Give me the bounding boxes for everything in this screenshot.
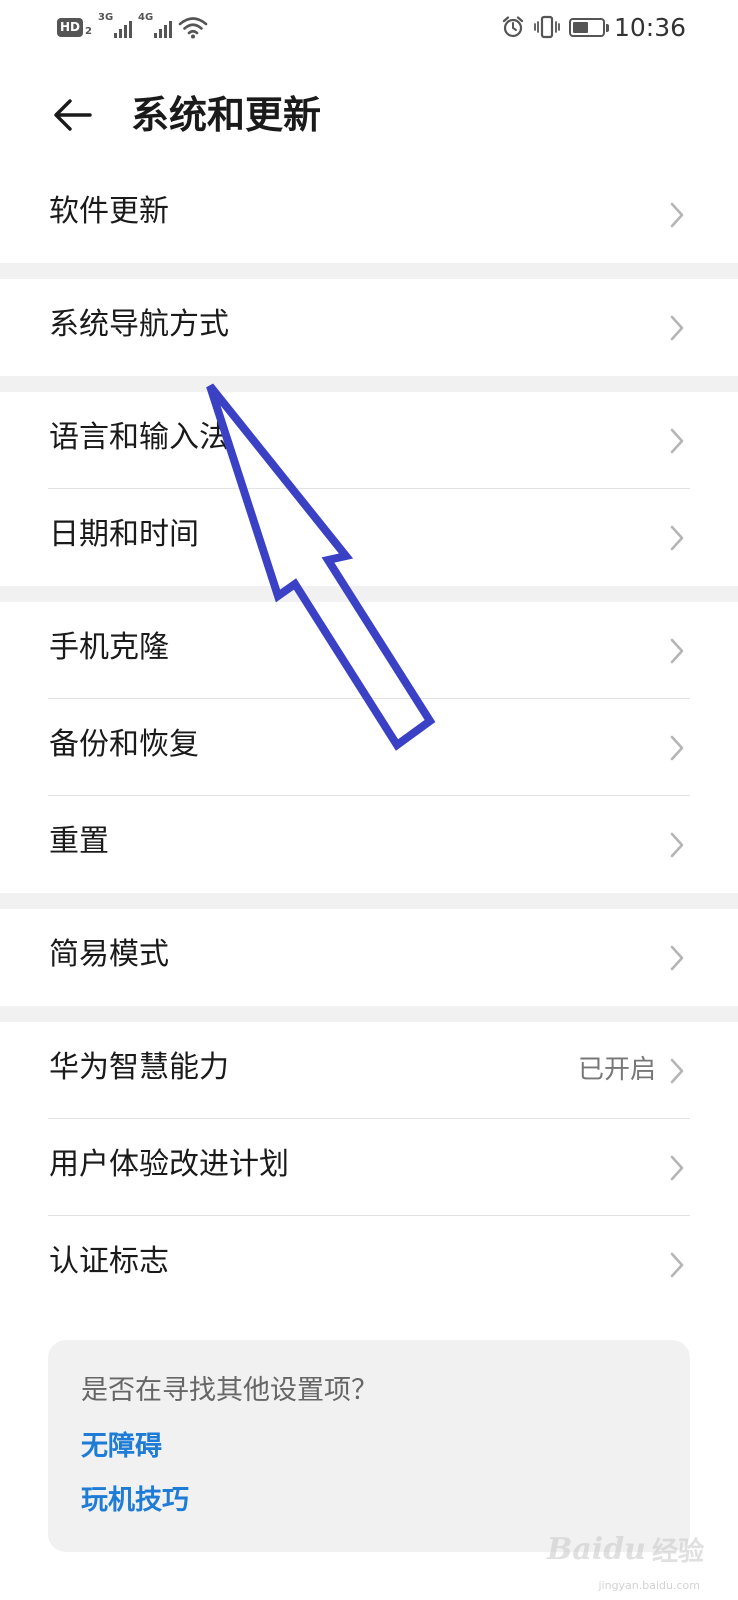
- link-tips[interactable]: 玩机技巧: [81, 1483, 189, 1519]
- chevron-right-icon: [670, 202, 684, 228]
- clock-time: 10:36: [613, 12, 686, 42]
- status-bar: HD 2 3G 4G 10:36: [0, 0, 738, 56]
- settings-item-system-navigation[interactable]: 系统导航方式: [0, 279, 738, 376]
- watermark: Baidu 经验: [547, 1531, 704, 1568]
- vibrate-icon: [534, 15, 560, 39]
- settings-item-huawei-smart[interactable]: 华为智慧能力 已开启: [0, 1022, 738, 1119]
- settings-item-reset[interactable]: 重置: [0, 796, 738, 893]
- alarm-icon: [502, 16, 524, 38]
- battery-icon: [568, 17, 609, 37]
- back-arrow-icon[interactable]: [48, 90, 98, 140]
- settings-item-label: 备份和恢复: [49, 727, 199, 762]
- chevron-right-icon: [670, 428, 684, 454]
- settings-item-status: 已开启: [577, 1055, 656, 1085]
- watermark-text: 经验: [651, 1537, 704, 1567]
- page-title: 系统和更新: [131, 93, 322, 137]
- section-gap: [0, 586, 738, 602]
- settings-item-label: 简易模式: [49, 937, 169, 972]
- settings-item-label: 日期和时间: [49, 517, 199, 552]
- wifi-icon: [178, 17, 208, 39]
- settings-item-certification[interactable]: 认证标志: [0, 1216, 738, 1313]
- suggestions-question: 是否在寻找其他设置项？: [81, 1375, 378, 1406]
- watermark-logo: Baidu: [547, 1532, 646, 1567]
- settings-item-software-update[interactable]: 软件更新: [0, 166, 738, 263]
- section-gap: [0, 263, 738, 279]
- hd-sim-index: 2: [85, 25, 92, 37]
- settings-item-label: 手机克隆: [49, 630, 169, 665]
- status-right: 10:36: [501, 12, 686, 42]
- signal-icon: 3G: [97, 12, 132, 40]
- settings-item-user-experience[interactable]: 用户体验改进计划: [0, 1119, 738, 1216]
- link-accessibility[interactable]: 无障碍: [81, 1429, 162, 1465]
- settings-item-simple-mode[interactable]: 简易模式: [0, 909, 738, 1006]
- settings-item-label: 华为智慧能力: [49, 1050, 229, 1085]
- settings-item-backup-restore[interactable]: 备份和恢复: [0, 699, 738, 796]
- settings-item-label: 语言和输入法: [49, 420, 229, 455]
- settings-group: 软件更新: [0, 166, 738, 263]
- settings-group: 华为智慧能力 已开启 用户体验改进计划 认证标志: [0, 1022, 738, 1313]
- title-bar: 系统和更新: [0, 70, 738, 160]
- suggestions-card: 是否在寻找其他设置项？ 无障碍 玩机技巧: [48, 1340, 690, 1552]
- chevron-right-icon: [670, 315, 684, 341]
- chevron-right-icon: [670, 945, 684, 971]
- chevron-right-icon: [670, 1058, 684, 1084]
- settings-item-label: 重置: [49, 824, 109, 859]
- chevron-right-icon: [670, 735, 684, 761]
- settings-item-label: 用户体验改进计划: [49, 1147, 289, 1182]
- chevron-right-icon: [670, 832, 684, 858]
- chevron-right-icon: [670, 638, 684, 664]
- settings-group: 系统导航方式: [0, 279, 738, 376]
- chevron-right-icon: [670, 1252, 684, 1278]
- section-gap: [0, 1006, 738, 1022]
- settings-item-date-time[interactable]: 日期和时间: [0, 489, 738, 586]
- network-type-label: 3G: [97, 12, 114, 23]
- chevron-right-icon: [670, 1155, 684, 1181]
- network-type-label: 4G: [137, 12, 154, 23]
- settings-item-label: 系统导航方式: [49, 307, 229, 342]
- signal-icon: 4G: [137, 12, 172, 40]
- settings-group: 手机克隆 备份和恢复 重置: [0, 602, 738, 893]
- settings-item-language-input[interactable]: 语言和输入法: [0, 392, 738, 489]
- watermark-url: jingyan.baidu.com: [598, 1579, 700, 1592]
- chevron-right-icon: [670, 525, 684, 551]
- hd-voice-icon: HD: [57, 17, 84, 37]
- section-gap: [0, 893, 738, 909]
- settings-group: 简易模式: [0, 909, 738, 1006]
- settings-group: 语言和输入法 日期和时间: [0, 392, 738, 586]
- section-gap: [0, 376, 738, 392]
- settings-item-label: 软件更新: [49, 194, 169, 229]
- settings-item-phone-clone[interactable]: 手机克隆: [0, 602, 738, 699]
- status-left: HD 2 3G 4G: [57, 12, 208, 40]
- settings-item-label: 认证标志: [49, 1244, 169, 1279]
